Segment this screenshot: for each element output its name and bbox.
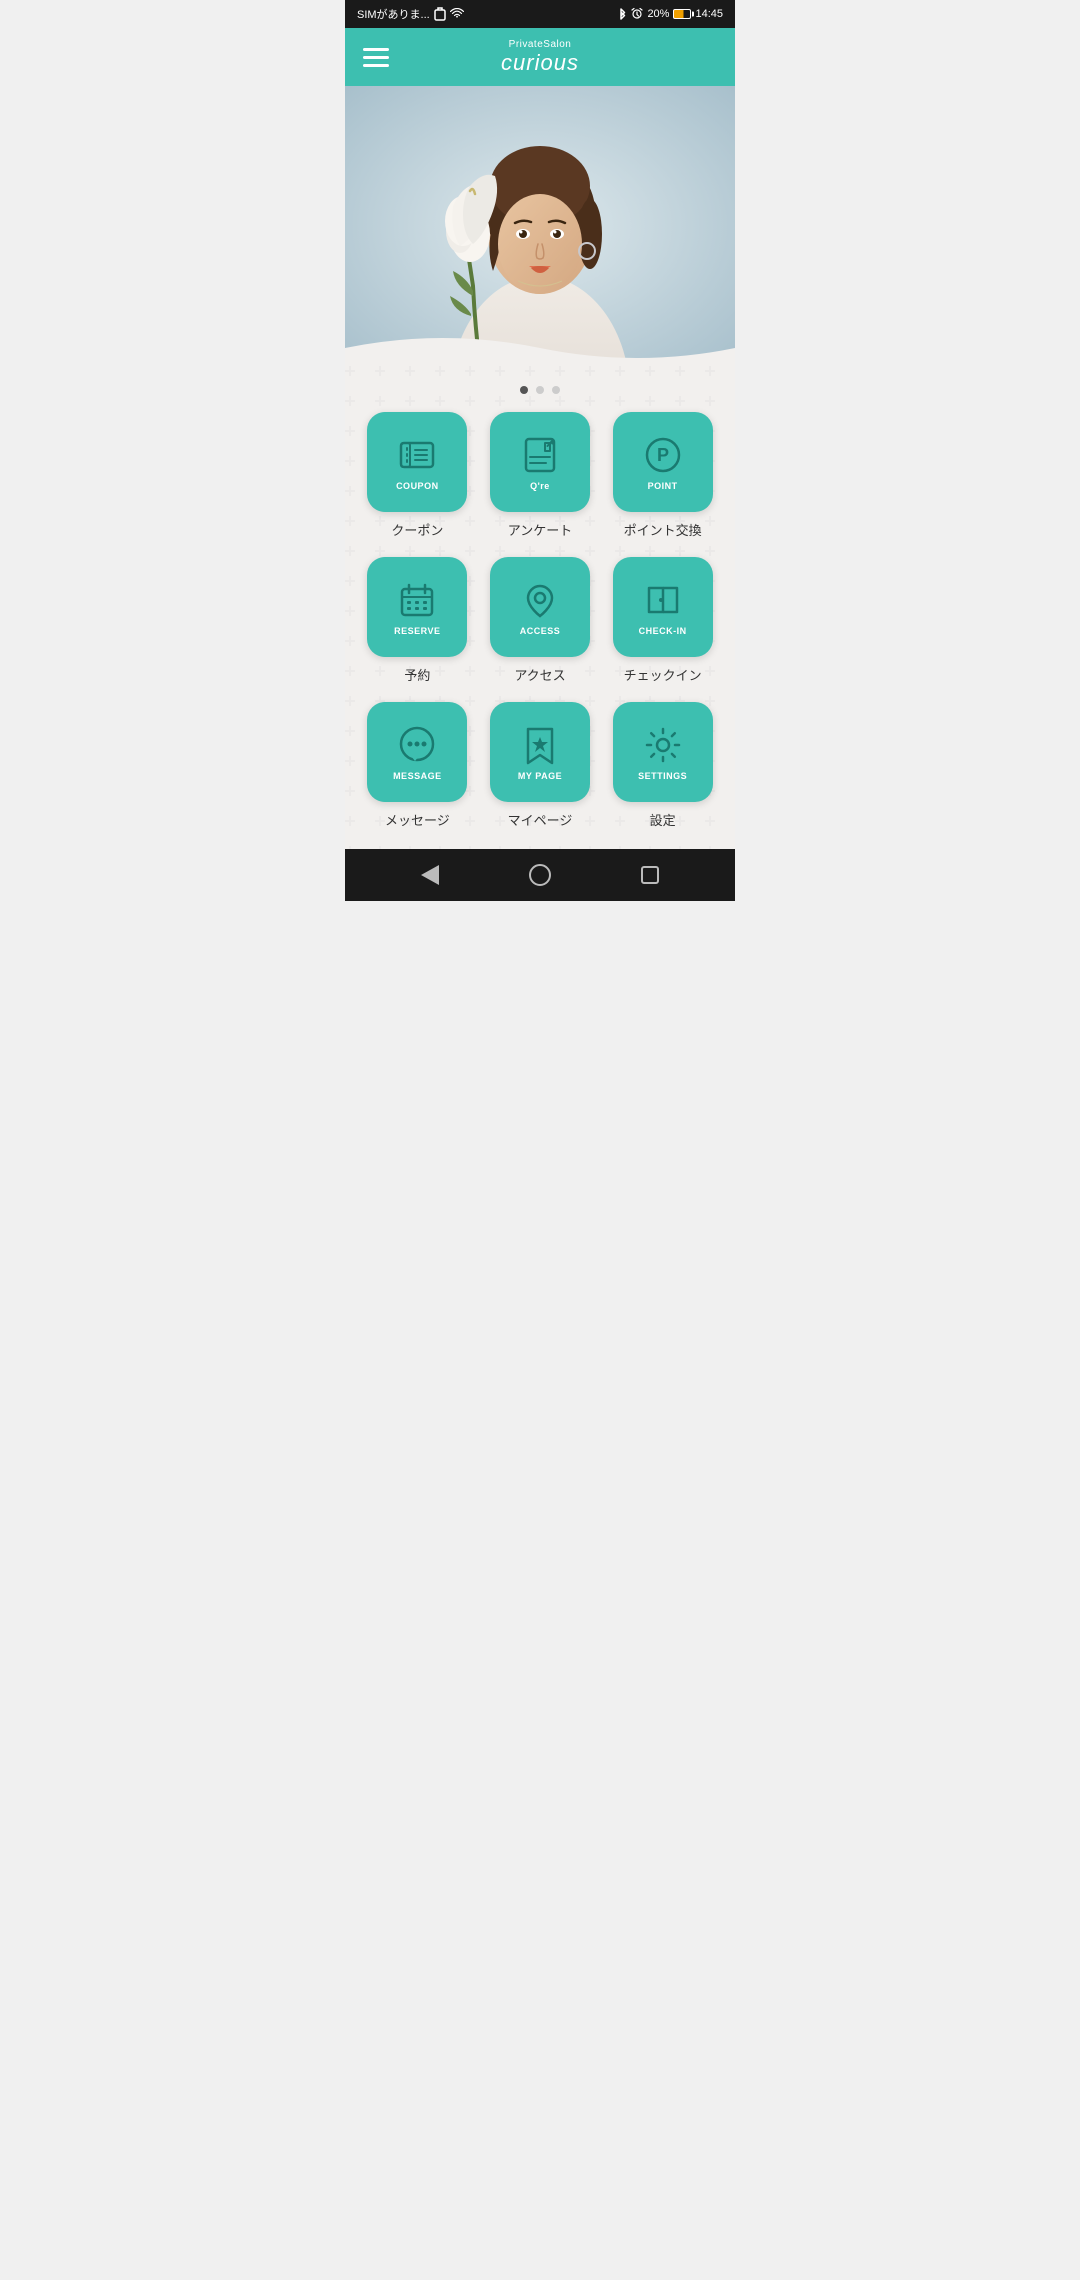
alarm-icon [631, 7, 643, 21]
home-icon [529, 864, 551, 886]
time-display: 14:45 [695, 8, 723, 20]
carousel-dots [345, 386, 735, 394]
battery-percent: 20% [647, 8, 669, 20]
message-ja-label: メッセージ [385, 810, 450, 829]
menu-grid: COUPON クーポン Q're アンケート [345, 412, 735, 829]
message-icon-box: MESSAGE [367, 702, 467, 802]
mypage-icon-box: MY PAGE [490, 702, 590, 802]
settings-ja-label: 設定 [650, 810, 676, 829]
mypage-en-label: MY PAGE [518, 771, 562, 781]
hero-banner [345, 86, 735, 366]
battery-icon [673, 9, 691, 19]
bottom-navigation [345, 849, 735, 901]
header-title: PrivateSalon curious [501, 39, 579, 76]
point-ja-label: ポイント交換 [624, 520, 702, 539]
brand-big: curious [501, 50, 579, 76]
menu-item-access[interactable]: ACCESS アクセス [484, 557, 597, 684]
point-icon-box: P POINT [613, 412, 713, 512]
menu-item-settings[interactable]: SETTINGS 設定 [606, 702, 719, 829]
menu-item-mypage[interactable]: MY PAGE マイページ [484, 702, 597, 829]
settings-en-label: SETTINGS [638, 771, 687, 781]
menu-item-message[interactable]: MESSAGE メッセージ [361, 702, 474, 829]
content-area: COUPON クーポン Q're アンケート [345, 366, 735, 849]
recents-icon [641, 866, 659, 884]
questionnaire-icon [518, 433, 562, 477]
bluetooth-icon [615, 7, 627, 21]
settings-icon [641, 723, 685, 767]
wifi-icon [450, 8, 464, 20]
brand-small: PrivateSalon [501, 39, 579, 50]
checkin-icon [641, 578, 685, 622]
coupon-ja-label: クーポン [391, 520, 443, 539]
status-right: 20% 14:45 [615, 7, 723, 21]
access-ja-label: アクセス [514, 665, 565, 684]
questionnaire-icon-box: Q're [490, 412, 590, 512]
coupon-en-label: COUPON [396, 481, 439, 491]
questionnaire-ja-label: アンケート [508, 520, 572, 539]
hero-image [345, 86, 735, 366]
back-icon [421, 865, 439, 885]
dot-1 [520, 386, 528, 394]
back-button[interactable] [412, 857, 448, 893]
point-icon: P [641, 433, 685, 477]
point-en-label: POINT [648, 481, 678, 491]
sim-icon [434, 7, 446, 21]
reserve-ja-label: 予約 [404, 665, 430, 684]
message-en-label: MESSAGE [393, 771, 442, 781]
checkin-icon-box: CHECK-IN [613, 557, 713, 657]
access-icon-box: ACCESS [490, 557, 590, 657]
menu-item-reserve[interactable]: RESERVE 予約 [361, 557, 474, 684]
recents-button[interactable] [632, 857, 668, 893]
mypage-ja-label: マイページ [508, 810, 573, 829]
reserve-icon-box: RESERVE [367, 557, 467, 657]
menu-item-questionnaire[interactable]: Q're アンケート [484, 412, 597, 539]
carrier-text: SIMがありま... [357, 6, 430, 22]
dot-3 [552, 386, 560, 394]
questionnaire-en-label: Q're [530, 481, 550, 491]
menu-item-point[interactable]: P POINT ポイント交換 [606, 412, 719, 539]
mypage-icon [518, 723, 562, 767]
menu-item-checkin[interactable]: CHECK-IN チェックイン [606, 557, 719, 684]
hamburger-menu-button[interactable] [363, 48, 389, 67]
coupon-icon-box: COUPON [367, 412, 467, 512]
access-en-label: ACCESS [520, 626, 561, 636]
coupon-icon [395, 433, 439, 477]
app-header: PrivateSalon curious [345, 28, 735, 86]
message-icon [395, 723, 439, 767]
checkin-ja-label: チェックイン [624, 665, 702, 684]
reserve-icon [395, 578, 439, 622]
reserve-en-label: RESERVE [394, 626, 440, 636]
checkin-en-label: CHECK-IN [639, 626, 687, 636]
hero-wave [345, 328, 735, 366]
access-icon [518, 578, 562, 622]
settings-icon-box: SETTINGS [613, 702, 713, 802]
status-left: SIMがありま... [357, 6, 464, 22]
home-button[interactable] [522, 857, 558, 893]
status-bar: SIMがありま... 20% 14:45 [345, 0, 735, 28]
hero-illustration [345, 86, 735, 366]
menu-item-coupon[interactable]: COUPON クーポン [361, 412, 474, 539]
svg-text:P: P [657, 445, 669, 465]
dot-2 [536, 386, 544, 394]
